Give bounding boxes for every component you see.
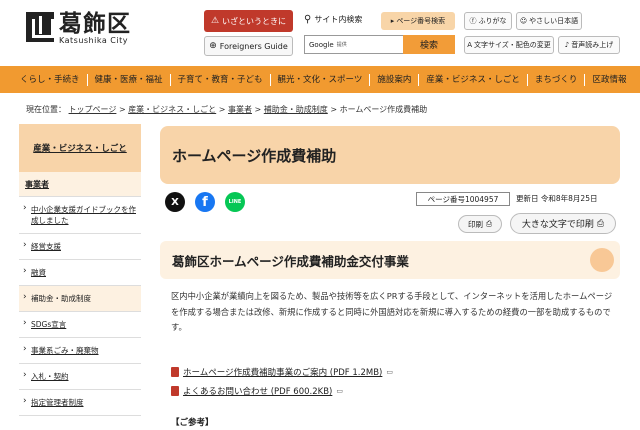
site-header: 葛飾区 Katsushika City ⚠ いざというときに ⊕ Foreign…: [0, 0, 640, 66]
breadcrumb-label: 現在位置：: [26, 105, 66, 114]
sidebar-item-designated[interactable]: 指定管理者制度: [19, 390, 141, 416]
pdf-icon: [171, 386, 179, 396]
pdf-icon: [171, 367, 179, 377]
breadcrumb-link-subsidies[interactable]: 補助金・助成制度: [264, 105, 328, 114]
sidebar-item-management[interactable]: 経営支援: [19, 234, 141, 260]
decorative-circle: [590, 248, 614, 272]
nav-item-life[interactable]: くらし・手続き: [0, 74, 87, 86]
voice-reader-button[interactable]: ♪ 音声読み上げ: [558, 36, 620, 54]
page-title: ホームページ作成費補助: [160, 126, 620, 184]
sidebar-heading[interactable]: 産業・ビジネス・しごと: [19, 124, 141, 172]
sidebar-item-waste[interactable]: 事業系ごみ・廃棄物: [19, 338, 141, 364]
pdf-link-faq-text[interactable]: よくあるお問い合わせ (PDF 600.2KB): [183, 385, 332, 397]
sidebar-item-loans[interactable]: 融資: [19, 260, 141, 286]
nav-item-business[interactable]: 産業・ビジネス・しごと: [418, 73, 527, 86]
external-window-icon: ▭: [386, 368, 393, 376]
speaker-icon: ♪: [564, 41, 570, 49]
breadcrumb-separator: >: [218, 105, 226, 114]
facebook-share-icon[interactable]: f: [195, 192, 215, 212]
global-nav: くらし・手続き 健康・医療・福祉 子育て・教育・子ども 観光・文化・スポーツ 施…: [0, 66, 640, 93]
easy-japanese-button[interactable]: ☺ やさしい日本語: [516, 12, 582, 30]
breadcrumb-link-business[interactable]: 産業・ビジネス・しごと: [128, 105, 216, 114]
body-paragraph: 区内中小企業が業績向上を図るため、製品や技術等を広くPRする手段として、インター…: [171, 291, 613, 332]
breadcrumb-link-companies[interactable]: 事業者: [228, 105, 252, 114]
easy-japanese-label: やさしい日本語: [529, 17, 579, 25]
print-button[interactable]: 印刷 ⎙: [458, 215, 502, 233]
x-share-icon[interactable]: X: [165, 192, 185, 212]
breadcrumb: 現在位置： トップページ > 産業・ビジネス・しごと > 事業者 > 補助金・助…: [26, 104, 427, 115]
search-note: 提供: [336, 42, 347, 48]
search-icon: ⚲: [304, 14, 312, 25]
breadcrumb-separator: >: [330, 105, 338, 114]
warning-icon: ⚠: [210, 16, 220, 26]
reference-heading: 【ご参考】: [171, 418, 214, 428]
font-size-color-button[interactable]: A 文字サイズ・配色の変更: [464, 36, 554, 54]
section-title: 葛飾区ホームページ作成費補助金交付事業: [172, 253, 409, 269]
pdf-link-faq[interactable]: よくあるお問い合わせ (PDF 600.2KB) ▭: [171, 385, 343, 397]
breadcrumb-separator: >: [118, 105, 126, 114]
sidebar-item-guidebook[interactable]: 中小企業支援ガイドブックを作成しました: [19, 197, 141, 234]
city-emblem-icon: [26, 12, 54, 42]
furigana-label: ふりがな: [478, 17, 507, 25]
nav-item-tourism[interactable]: 観光・文化・スポーツ: [269, 73, 370, 86]
printer-icon: ⎙: [596, 218, 605, 229]
site-search-text: サイト内検索: [314, 15, 363, 24]
emergency-label: いざというときに: [222, 16, 287, 26]
logo-name: 葛飾区: [59, 11, 131, 37]
sidebar-item-bidding[interactable]: 入札・契約: [19, 364, 141, 390]
updated-date: 更新日 令和8年8月25日: [516, 194, 598, 203]
page-number-search-button[interactable]: ▸ ページ番号検索: [381, 12, 455, 30]
sidebar-item-subsidies[interactable]: 補助金・助成制度: [19, 286, 141, 312]
nav-item-town[interactable]: まちづくり: [526, 73, 585, 86]
nav-item-health[interactable]: 健康・医療・福祉: [86, 73, 170, 86]
arrow-icon: ▸: [390, 17, 395, 25]
line-share-icon[interactable]: LINE: [225, 192, 245, 212]
foreigners-guide-label: Foreigners Guide: [219, 41, 288, 51]
font-size-color-label: 文字サイズ・配色の変更: [474, 41, 551, 49]
breadcrumb-link-top[interactable]: トップページ: [69, 105, 117, 114]
emergency-button[interactable]: ⚠ いざというときに: [204, 10, 293, 32]
pdf-link-guide-text[interactable]: ホームページ作成費補助事業のご案内 (PDF 1.2MB): [183, 366, 382, 378]
print-label: 印刷: [468, 219, 483, 229]
nav-item-childcare[interactable]: 子育て・教育・子ども: [169, 73, 270, 86]
external-window-icon: ▭: [336, 387, 343, 395]
foreigners-guide-button[interactable]: ⊕ Foreigners Guide: [204, 36, 293, 56]
site-logo[interactable]: 葛飾区 Katsushika City: [26, 12, 131, 46]
search-placeholder: Google: [309, 40, 334, 49]
big-print-button[interactable]: 大きな文字で印刷 ⎙: [510, 213, 616, 234]
search-input[interactable]: Google 提供: [304, 35, 404, 54]
furigana-icon: ⓕ: [469, 17, 477, 25]
section-heading: 葛飾区ホームページ作成費補助金交付事業: [160, 241, 620, 279]
pdf-link-guide[interactable]: ホームページ作成費補助事業のご案内 (PDF 1.2MB) ▭: [171, 366, 393, 378]
page-number-search-label: ページ番号検索: [396, 17, 446, 25]
voice-reader-label: 音声読み上げ: [571, 41, 614, 49]
big-print-label: 大きな文字で印刷: [521, 220, 594, 230]
site-search-label: ⚲ サイト内検索: [304, 14, 362, 25]
printer-icon: ⎙: [486, 219, 492, 228]
sidebar: 産業・ビジネス・しごと 事業者 中小企業支援ガイドブックを作成しました 経営支援…: [19, 124, 141, 430]
nav-item-facilities[interactable]: 施設案内: [369, 73, 418, 86]
breadcrumb-current: ホームページ作成費補助: [339, 105, 428, 114]
easy-japanese-icon: ☺: [519, 17, 528, 25]
font-size-icon: A: [467, 41, 472, 49]
sidebar-subheading[interactable]: 事業者: [19, 172, 141, 197]
furigana-button[interactable]: ⓕ ふりがな: [464, 12, 512, 30]
breadcrumb-separator: >: [254, 105, 262, 114]
globe-icon: ⊕: [209, 41, 217, 51]
search-button[interactable]: 検索: [403, 35, 455, 54]
nav-item-government[interactable]: 区政情報: [584, 73, 633, 86]
sidebar-item-sdgs[interactable]: SDGs宣言: [19, 312, 141, 338]
page-number: ページ番号1004957: [416, 192, 510, 206]
logo-english: Katsushika City: [59, 36, 128, 45]
